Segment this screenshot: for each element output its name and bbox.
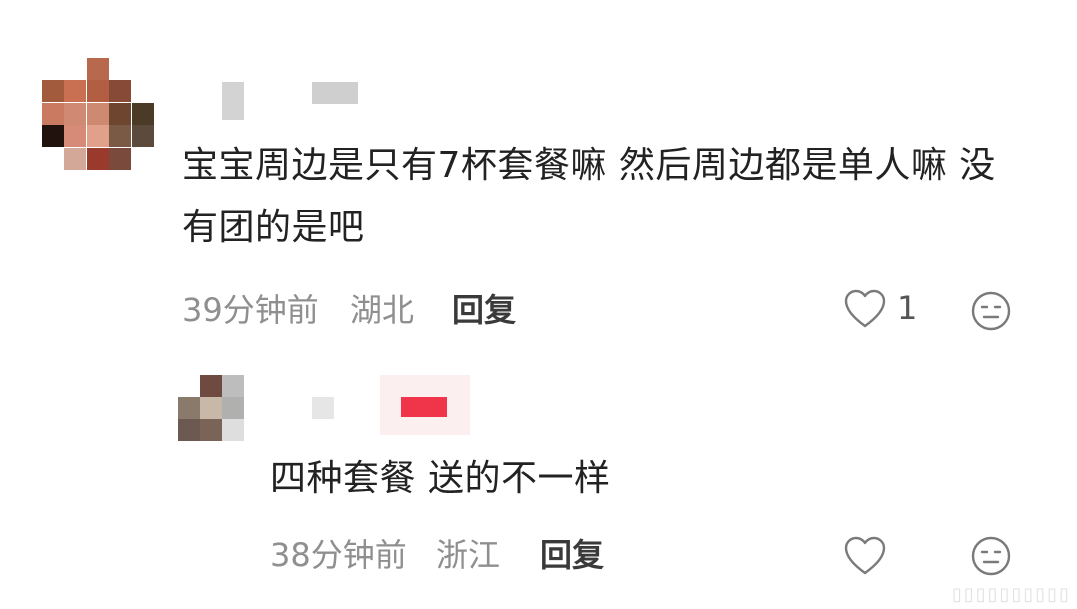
username-comment[interactable] <box>222 82 362 122</box>
reply-reply-button[interactable]: 回复 <box>540 535 604 575</box>
like-button[interactable]: 1 <box>843 288 933 332</box>
meh-face-icon <box>971 536 1011 576</box>
username-reply[interactable] <box>312 375 482 435</box>
comment-location: 湖北 <box>350 291 415 329</box>
reply-dislike-button[interactable] <box>970 535 1012 577</box>
meh-face-icon <box>971 291 1011 331</box>
reply-button[interactable]: 回复 <box>452 290 516 330</box>
reply-like-button[interactable] <box>843 535 889 579</box>
heart-icon <box>844 536 886 575</box>
comment-meta: 39分钟前 湖北 回复 <box>182 290 682 330</box>
comment-text: 宝宝周边是只有7杯套餐嘛 然后周边都是单人嘛 没有团的是吧 <box>182 145 996 248</box>
reply-meta: 38分钟前 浙江 回复 <box>270 535 750 575</box>
watermark: ▯▯▯▯▯▯▯▯▯▯ <box>951 584 1071 605</box>
like-count: 1 <box>897 289 918 327</box>
reply-time: 38分钟前 <box>270 536 407 574</box>
heart-icon <box>844 289 886 328</box>
comment-time: 39分钟前 <box>182 291 319 329</box>
dislike-button[interactable] <box>970 290 1012 332</box>
avatar-reply[interactable] <box>178 375 246 443</box>
avatar-comment[interactable] <box>42 58 154 170</box>
reply-text: 四种套餐 送的不一样 <box>270 458 611 499</box>
reply-location: 浙江 <box>436 536 501 574</box>
